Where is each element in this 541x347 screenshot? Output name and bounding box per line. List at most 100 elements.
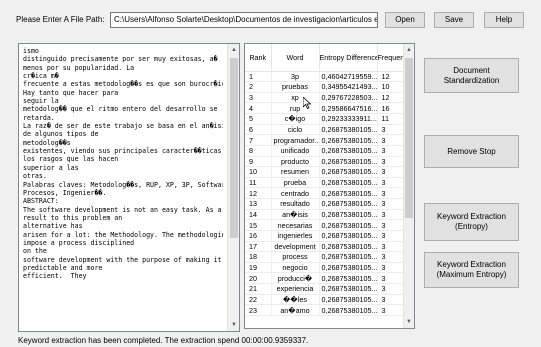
document-text-area[interactable]: ismo distinguido precisamente por ser mu…: [18, 43, 240, 332]
rank-cell[interactable]: 6: [245, 124, 272, 136]
frequency-cell[interactable]: 3: [377, 272, 406, 284]
frequency-cell[interactable]: 3: [377, 294, 406, 306]
grid-row[interactable]: 3 xp 0,29767228503... 12: [245, 92, 406, 104]
rank-cell[interactable]: 2: [245, 81, 272, 93]
grid-row[interactable]: 18 process 0,26875380105... 3: [245, 251, 406, 263]
word-cell[interactable]: ciclo: [271, 124, 320, 136]
rank-cell[interactable]: 18: [245, 251, 272, 263]
word-cell[interactable]: development: [271, 241, 320, 253]
keyword-extraction-max-entropy-button[interactable]: Keyword Extraction (Maximum Entropy): [424, 252, 519, 288]
grid-row[interactable]: 7 programador... 0,26875380105... 3: [245, 134, 406, 146]
grid-row[interactable]: 2 pruebas 0,34955421493... 10: [245, 81, 406, 93]
grid-row[interactable]: 6 ciclo 0,26875380105... 3: [245, 124, 406, 136]
entropy-cell[interactable]: 0,26875380105...: [319, 145, 378, 157]
entropy-cell[interactable]: 0,26875380105...: [319, 187, 378, 199]
frequency-cell[interactable]: 16: [377, 102, 406, 114]
column-header-rank[interactable]: Rank: [245, 44, 272, 72]
rank-cell[interactable]: 10: [245, 166, 272, 178]
frequency-cell[interactable]: 12: [377, 71, 406, 83]
rank-cell[interactable]: 13: [245, 198, 272, 210]
word-cell[interactable]: negocio: [271, 262, 320, 274]
grid-row[interactable]: 4 rup 0,29586647516... 16: [245, 102, 406, 114]
entropy-cell[interactable]: 0,26875380105...: [319, 283, 378, 295]
word-cell[interactable]: ��les: [271, 294, 320, 306]
frequency-cell[interactable]: 3: [377, 156, 406, 168]
entropy-cell[interactable]: 0,26875380105...: [319, 177, 378, 189]
entropy-cell[interactable]: 0,26875380105...: [319, 294, 378, 306]
grid-scroll-thumb[interactable]: [405, 58, 413, 218]
grid-row[interactable]: 9 producto 0,26875380105... 3: [245, 156, 406, 168]
file-path-input[interactable]: C:\Users\Alfonso Solarte\Desktop\Documen…: [110, 12, 378, 28]
word-cell[interactable]: rup: [271, 102, 320, 114]
rank-cell[interactable]: 9: [245, 156, 272, 168]
frequency-cell[interactable]: 3: [377, 230, 406, 242]
rank-cell[interactable]: 5: [245, 113, 272, 125]
frequency-cell[interactable]: 3: [377, 187, 406, 199]
rank-cell[interactable]: 1: [245, 71, 272, 83]
grid-scroll-down-icon[interactable]: ▼: [405, 318, 413, 326]
scroll-down-icon[interactable]: ▼: [230, 321, 238, 329]
rank-cell[interactable]: 23: [245, 304, 272, 316]
column-header-frequency[interactable]: Frequen...: [377, 44, 406, 72]
grid-row[interactable]: 23 an�amo 0,26875380105... 3: [245, 304, 406, 316]
rank-cell[interactable]: 11: [245, 177, 272, 189]
rank-cell[interactable]: 19: [245, 262, 272, 274]
word-cell[interactable]: resultado: [271, 198, 320, 210]
word-cell[interactable]: an�isis: [271, 209, 320, 221]
column-header-entropy[interactable]: Entropy Difference: [319, 44, 378, 72]
grid-row[interactable]: 17 development 0,26875380105... 3: [245, 241, 406, 253]
rank-cell[interactable]: 8: [245, 145, 272, 157]
entropy-cell[interactable]: 0,29233333911...: [319, 113, 378, 125]
text-scroll-thumb[interactable]: [230, 58, 238, 238]
rank-cell[interactable]: 3: [245, 92, 272, 104]
word-cell[interactable]: programador...: [271, 134, 320, 146]
frequency-cell[interactable]: 3: [377, 262, 406, 274]
rank-cell[interactable]: 20: [245, 272, 272, 284]
column-header-word[interactable]: Word: [271, 44, 320, 72]
entropy-cell[interactable]: 0,26875380105...: [319, 124, 378, 136]
entropy-cell[interactable]: 0,26875380105...: [319, 251, 378, 263]
help-button[interactable]: Help: [484, 12, 524, 28]
word-cell[interactable]: ingenierles: [271, 230, 320, 242]
rank-cell[interactable]: 4: [245, 102, 272, 114]
rank-cell[interactable]: 16: [245, 230, 272, 242]
rank-cell[interactable]: 14: [245, 209, 272, 221]
entropy-cell[interactable]: 0,26875380105...: [319, 156, 378, 168]
frequency-cell[interactable]: 3: [377, 177, 406, 189]
word-cell[interactable]: unificado: [271, 145, 320, 157]
grid-row[interactable]: 10 resumen 0,26875380105... 3: [245, 166, 406, 178]
document-text[interactable]: ismo distinguido precisamente por ser mu…: [23, 47, 223, 330]
open-button[interactable]: Open: [385, 12, 425, 28]
keyword-grid[interactable]: Rank Word Entropy Difference Frequen... …: [244, 43, 415, 329]
entropy-cell[interactable]: 0,34955421493...: [319, 81, 378, 93]
entropy-cell[interactable]: 0,29586647516...: [319, 102, 378, 114]
rank-cell[interactable]: 15: [245, 219, 272, 231]
grid-scrollbar[interactable]: ▲ ▼: [403, 44, 414, 328]
grid-scroll-up-icon[interactable]: ▲: [405, 46, 413, 54]
remove-stop-button[interactable]: Remove Stop: [424, 135, 519, 168]
word-cell[interactable]: resumen: [271, 166, 320, 178]
entropy-cell[interactable]: 0,26875380105...: [319, 262, 378, 274]
grid-row[interactable]: 12 centrado 0,26875380105... 3: [245, 187, 406, 199]
grid-row[interactable]: 13 resultado 0,26875380105... 3: [245, 198, 406, 210]
scroll-up-icon[interactable]: ▲: [230, 46, 238, 54]
word-cell[interactable]: producci�: [271, 272, 320, 284]
frequency-cell[interactable]: 3: [377, 124, 406, 136]
text-scrollbar[interactable]: ▲ ▼: [227, 44, 239, 331]
word-cell[interactable]: necesarias: [271, 219, 320, 231]
word-cell[interactable]: an�amo: [271, 304, 320, 316]
entropy-cell[interactable]: 0,26875380105...: [319, 230, 378, 242]
grid-row[interactable]: 5 c�igo 0,29233333911... 11: [245, 113, 406, 125]
grid-row[interactable]: 16 ingenierles 0,26875380105... 3: [245, 230, 406, 242]
word-cell[interactable]: 3p: [271, 71, 320, 83]
save-button[interactable]: Save: [434, 12, 474, 28]
word-cell[interactable]: prueba: [271, 177, 320, 189]
grid-row[interactable]: 8 unificado 0,26875380105... 3: [245, 145, 406, 157]
rank-cell[interactable]: 12: [245, 187, 272, 199]
entropy-cell[interactable]: 0,26875380105...: [319, 134, 378, 146]
grid-row[interactable]: 15 necesarias 0,26875380105... 3: [245, 219, 406, 231]
frequency-cell[interactable]: 3: [377, 134, 406, 146]
document-standardization-button[interactable]: Document Standardization: [424, 58, 519, 93]
word-cell[interactable]: experiencia: [271, 283, 320, 295]
grid-row[interactable]: 11 prueba 0,26875380105... 3: [245, 177, 406, 189]
